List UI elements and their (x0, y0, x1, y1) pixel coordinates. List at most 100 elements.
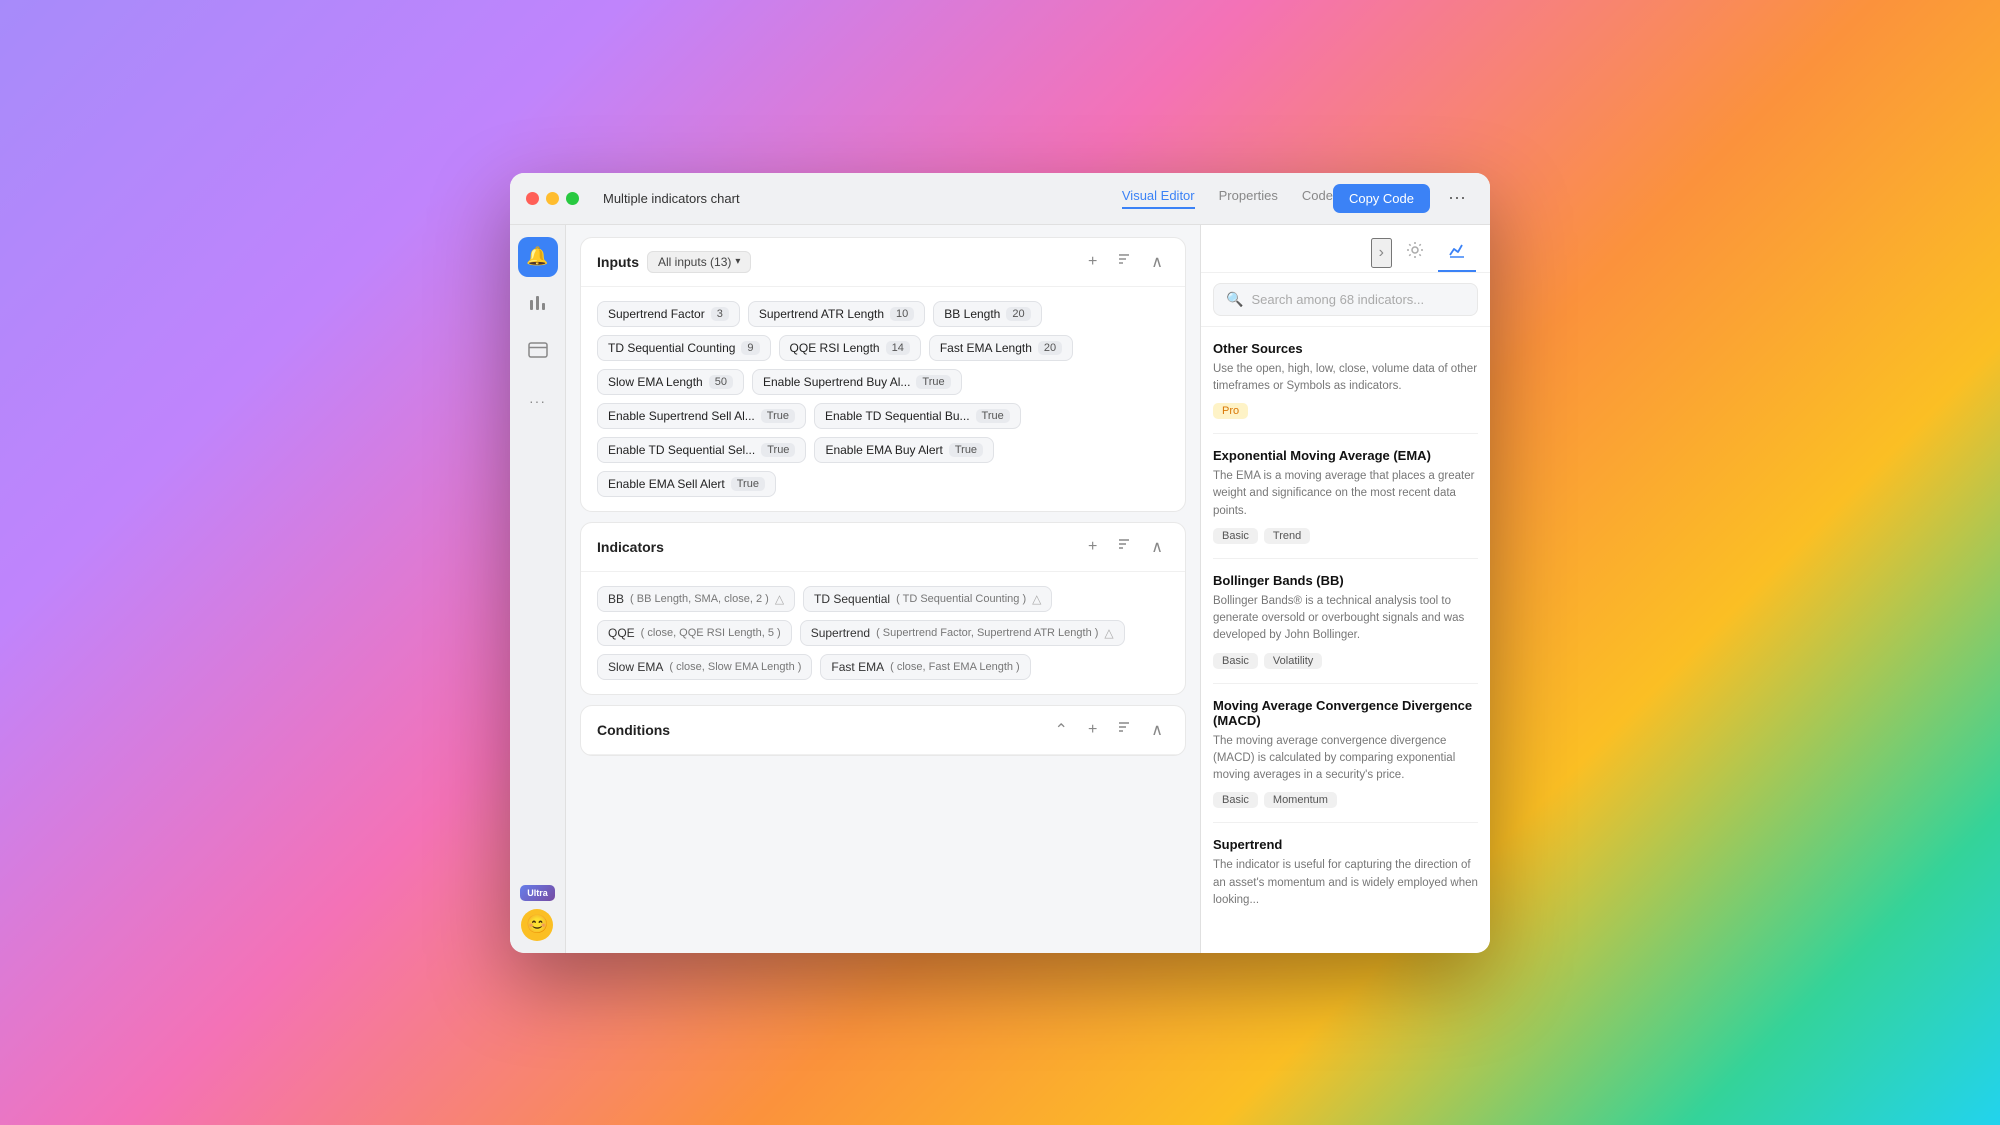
tags-row-macd: Basic Momentum (1213, 792, 1478, 808)
td-alert-icon: △ (1032, 592, 1041, 606)
conditions-add-button[interactable]: + (1082, 719, 1103, 741)
search-box: 🔍 (1201, 273, 1490, 327)
conditions-section-header: Conditions ⌃ + ∧ (581, 706, 1185, 755)
inputs-sort-button[interactable] (1111, 250, 1137, 273)
middle-panel: Inputs All inputs (13) ▾ + (566, 225, 1200, 953)
search-icon: 🔍 (1226, 291, 1243, 308)
inputs-section-body: Supertrend Factor 3 Supertrend ATR Lengt… (581, 287, 1185, 511)
indicator-card-macd: Moving Average Convergence Divergence (M… (1213, 684, 1478, 824)
inputs-add-button[interactable]: + (1082, 251, 1103, 273)
search-input-wrapper: 🔍 (1213, 283, 1478, 316)
tags-row-ema: Basic Trend (1213, 528, 1478, 544)
tag-basic-bb: Basic (1213, 653, 1258, 669)
sidebar-item-more[interactable]: ··· (518, 381, 558, 421)
indicator-card-bb: Bollinger Bands (BB) Bollinger Bands® is… (1213, 559, 1478, 684)
right-panel: › 🔍 (1200, 225, 1490, 953)
chip-supertrend[interactable]: Supertrend ( Supertrend Factor, Supertre… (800, 620, 1125, 646)
indicator-name-bb: Bollinger Bands (BB) (1213, 573, 1478, 588)
chip-supertrend-factor[interactable]: Supertrend Factor 3 (597, 301, 740, 327)
indicators-section-header: Indicators + ∧ (581, 523, 1185, 572)
chip-supertrend-atr[interactable]: Supertrend ATR Length 10 (748, 301, 925, 327)
tab-code[interactable]: Code (1302, 188, 1333, 209)
conditions-section-title: Conditions (597, 722, 670, 738)
chip-qqe-rsi-length[interactable]: QQE RSI Length 14 (779, 335, 921, 361)
chip-enable-td-seq-sell[interactable]: Enable TD Sequential Sel... True (597, 437, 806, 463)
inputs-filter-badge[interactable]: All inputs (13) ▾ (647, 251, 751, 273)
tag-basic-macd: Basic (1213, 792, 1258, 808)
chip-enable-supertrend-sell[interactable]: Enable Supertrend Sell Al... True (597, 403, 806, 429)
indicator-search-input[interactable] (1251, 292, 1465, 307)
conditions-collapse-button[interactable]: ∧ (1145, 718, 1169, 742)
chip-enable-ema-sell[interactable]: Enable EMA Sell Alert True (597, 471, 776, 497)
right-tab-chart[interactable] (1438, 235, 1476, 272)
indicator-name: Other Sources (1213, 341, 1478, 356)
chip-slow-ema-length[interactable]: Slow EMA Length 50 (597, 369, 744, 395)
titlebar-actions: Copy Code ⋯ (1333, 184, 1474, 213)
sidebar-bottom: Ultra 😊 (520, 885, 555, 941)
conditions-header-actions: ⌃ + ∧ (1049, 718, 1169, 742)
bb-alert-icon: △ (775, 592, 784, 606)
tag-volatility: Volatility (1264, 653, 1322, 669)
tag-momentum: Momentum (1264, 792, 1337, 808)
chip-bb[interactable]: BB ( BB Length, SMA, close, 2 ) △ (597, 586, 795, 612)
sidebar-item-bell[interactable]: 🔔 (518, 237, 558, 277)
indicator-desc-macd: The moving average convergence divergenc… (1213, 733, 1478, 785)
right-tab-settings[interactable] (1396, 235, 1434, 272)
conditions-sort-button[interactable] (1111, 718, 1137, 741)
copy-code-button[interactable]: Copy Code (1333, 184, 1430, 213)
chip-fast-ema-length[interactable]: Fast EMA Length 20 (929, 335, 1073, 361)
inputs-section-title: Inputs (597, 254, 639, 270)
inputs-collapse-button[interactable]: ∧ (1145, 250, 1169, 274)
more-icon: ⋯ (1448, 188, 1466, 208)
tab-visual-editor[interactable]: Visual Editor (1122, 188, 1195, 209)
window-title: Multiple indicators chart (595, 191, 1122, 206)
titlebar: Multiple indicators chart Visual Editor … (510, 173, 1490, 225)
chevron-up-icon: ∧ (1151, 254, 1163, 271)
avatar: 😊 (521, 909, 553, 941)
indicators-collapse-button[interactable]: ∧ (1145, 535, 1169, 559)
chip-td-sequential-counting[interactable]: TD Sequential Counting 9 (597, 335, 771, 361)
chip-fast-ema[interactable]: Fast EMA ( close, Fast EMA Length ) (820, 654, 1030, 680)
chip-bb-length[interactable]: BB Length 20 (933, 301, 1041, 327)
sidebar-item-card[interactable] (518, 333, 558, 373)
indicator-name-ema: Exponential Moving Average (EMA) (1213, 448, 1478, 463)
maximize-button[interactable] (566, 192, 579, 205)
card-icon (528, 342, 548, 363)
bell-icon: 🔔 (526, 246, 548, 267)
tag-basic: Basic (1213, 528, 1258, 544)
ellipsis-icon: ··· (529, 393, 546, 409)
chip-td-sequential[interactable]: TD Sequential ( TD Sequential Counting )… (803, 586, 1052, 612)
tags-row: Pro (1213, 403, 1478, 419)
main-content: 🔔 ·· (510, 225, 1490, 953)
right-panel-tabs: › (1201, 225, 1490, 273)
tag-trend: Trend (1264, 528, 1310, 544)
indicators-sort-button[interactable] (1111, 535, 1137, 558)
sidebar: 🔔 ·· (510, 225, 566, 953)
indicator-desc-ema: The EMA is a moving average that places … (1213, 468, 1478, 520)
close-button[interactable] (526, 192, 539, 205)
indicator-name-macd: Moving Average Convergence Divergence (M… (1213, 698, 1478, 728)
minimize-button[interactable] (546, 192, 559, 205)
main-window: Multiple indicators chart Visual Editor … (510, 173, 1490, 953)
tab-properties[interactable]: Properties (1219, 188, 1278, 209)
chip-qqe[interactable]: QQE ( close, QQE RSI Length, 5 ) (597, 620, 792, 646)
right-panel-toggle[interactable]: › (1371, 238, 1392, 268)
indicators-section-body: BB ( BB Length, SMA, close, 2 ) △ TD Seq… (581, 572, 1185, 694)
indicators-add-button[interactable]: + (1082, 536, 1103, 558)
chip-enable-supertrend-buy[interactable]: Enable Supertrend Buy Al... True (752, 369, 962, 395)
filter-label: All inputs (13) (658, 255, 731, 269)
chip-enable-td-seq-buy[interactable]: Enable TD Sequential Bu... True (814, 403, 1021, 429)
sidebar-item-chart[interactable] (518, 285, 558, 325)
indicator-desc-bb: Bollinger Bands® is a technical analysis… (1213, 593, 1478, 645)
tab-group: Visual Editor Properties Code (1122, 188, 1333, 209)
chip-slow-ema[interactable]: Slow EMA ( close, Slow EMA Length ) (597, 654, 812, 680)
indicator-card-supertrend: Supertrend The indicator is useful for c… (1213, 823, 1478, 931)
ultra-badge: Ultra (520, 885, 555, 901)
chip-enable-ema-buy[interactable]: Enable EMA Buy Alert True (814, 437, 994, 463)
more-button[interactable]: ⋯ (1440, 184, 1474, 213)
conditions-expand-button[interactable]: ⌃ (1049, 718, 1074, 742)
indicators-section-title: Indicators (597, 539, 664, 555)
inputs-section: Inputs All inputs (13) ▾ + (580, 237, 1186, 512)
indicators-section: Indicators + ∧ (580, 522, 1186, 695)
chart-icon (528, 292, 548, 317)
